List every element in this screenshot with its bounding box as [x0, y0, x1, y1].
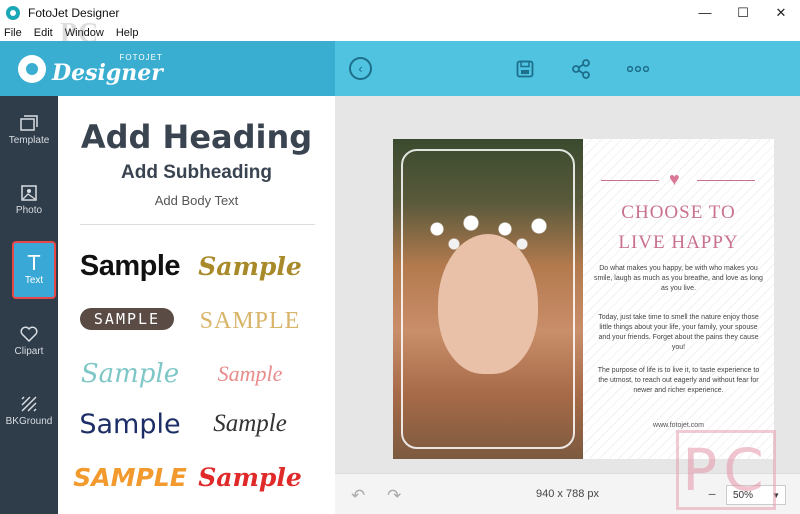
menu-window[interactable]: Window [65, 27, 104, 39]
decorative-line [697, 180, 755, 181]
text-style-sample[interactable]: Sample [70, 354, 190, 394]
design-canvas[interactable]: ♥ CHOOSE TO LIVE HAPPY Do what makes you… [393, 139, 774, 459]
portrait-photo[interactable] [393, 139, 583, 459]
canvas-workspace: ♥ CHOOSE TO LIVE HAPPY Do what makes you… [335, 96, 800, 473]
design-title-line1[interactable]: CHOOSE TO [583, 202, 774, 224]
text-style-sample[interactable]: SAMPLE [70, 457, 190, 497]
tool-label: BKGround [5, 415, 53, 427]
quote-panel: ♥ CHOOSE TO LIVE HAPPY Do what makes you… [583, 139, 774, 459]
menu-edit[interactable]: Edit [34, 27, 53, 39]
divider [80, 224, 315, 225]
tool-label: Text [24, 274, 44, 286]
tool-sidebar: Template Photo T Text Clipart BKGround [0, 96, 58, 514]
minimize-button[interactable]: — [686, 0, 724, 25]
design-paragraph[interactable]: Today, just take time to smell the natur… [593, 313, 764, 353]
tool-label: Clipart [14, 345, 44, 357]
more-dots-icon [627, 65, 649, 73]
watermark-bottom: PC [676, 430, 776, 510]
close-button[interactable]: ✕ [762, 0, 800, 25]
tool-label: Template [8, 134, 50, 146]
tool-clipart[interactable]: Clipart [0, 311, 58, 371]
heart-icon: ♥ [669, 169, 680, 189]
logo: FOTOJET Designer [0, 41, 335, 96]
logo-text: FOTOJET Designer [52, 53, 163, 86]
design-paragraph[interactable]: Do what makes you happy, be with who mak… [593, 264, 764, 294]
save-icon [516, 60, 534, 78]
photo-frame [401, 149, 575, 449]
share-icon [572, 59, 590, 79]
maximize-button[interactable]: ☐ [724, 0, 762, 25]
design-website[interactable]: www.fotojet.com [583, 422, 774, 429]
app-icon [6, 5, 20, 20]
tool-background[interactable]: BKGround [0, 381, 58, 441]
add-heading-button[interactable]: Add Heading [58, 118, 335, 156]
text-style-sample[interactable]: SAMPLE [190, 301, 310, 341]
photo-icon [21, 184, 37, 201]
text-style-sample[interactable]: SAMPLE [80, 308, 174, 330]
text-style-sample[interactable]: Sample [190, 246, 310, 286]
menu-file[interactable]: File [4, 27, 22, 39]
chevron-left-icon: ‹ [358, 61, 363, 76]
text-style-sample[interactable]: Sample [70, 404, 190, 444]
save-button[interactable] [514, 58, 536, 80]
decorative-line [601, 180, 659, 181]
menu-bar: File Edit Window Help [0, 25, 800, 41]
add-body-text-button[interactable]: Add Body Text [58, 193, 335, 208]
logo-big-text: Designer [52, 59, 163, 86]
menu-help[interactable]: Help [116, 27, 139, 39]
heart-icon [20, 326, 38, 342]
tool-label: Photo [15, 204, 43, 216]
window-controls: — ☐ ✕ [686, 0, 800, 25]
design-title-line2[interactable]: LIVE HAPPY [583, 232, 774, 254]
window-title: FotoJet Designer [28, 5, 120, 20]
text-panel: Add Heading Add Subheading Add Body Text… [58, 96, 335, 514]
logo-icon [18, 54, 46, 83]
template-icon [20, 114, 38, 131]
title-bar: FotoJet Designer — ☐ ✕ [0, 0, 800, 25]
text-style-sample[interactable]: Sample [190, 354, 310, 394]
text-style-sample[interactable]: Sample [70, 246, 190, 286]
share-button[interactable] [570, 58, 592, 80]
background-icon [21, 395, 37, 412]
tool-text[interactable]: T Text [12, 241, 56, 299]
text-style-sample[interactable]: Sample [190, 457, 310, 497]
text-style-sample[interactable]: Sample [190, 404, 310, 444]
tool-template[interactable]: Template [0, 100, 58, 160]
more-button[interactable] [627, 58, 649, 80]
back-button[interactable]: ‹ [349, 57, 372, 80]
design-paragraph[interactable]: The purpose of life is to live it, to ta… [593, 366, 764, 396]
text-icon: T [27, 250, 41, 275]
add-subheading-button[interactable]: Add Subheading [58, 162, 335, 184]
top-bar: FOTOJET Designer ‹ [0, 41, 800, 96]
tool-photo[interactable]: Photo [0, 170, 58, 230]
